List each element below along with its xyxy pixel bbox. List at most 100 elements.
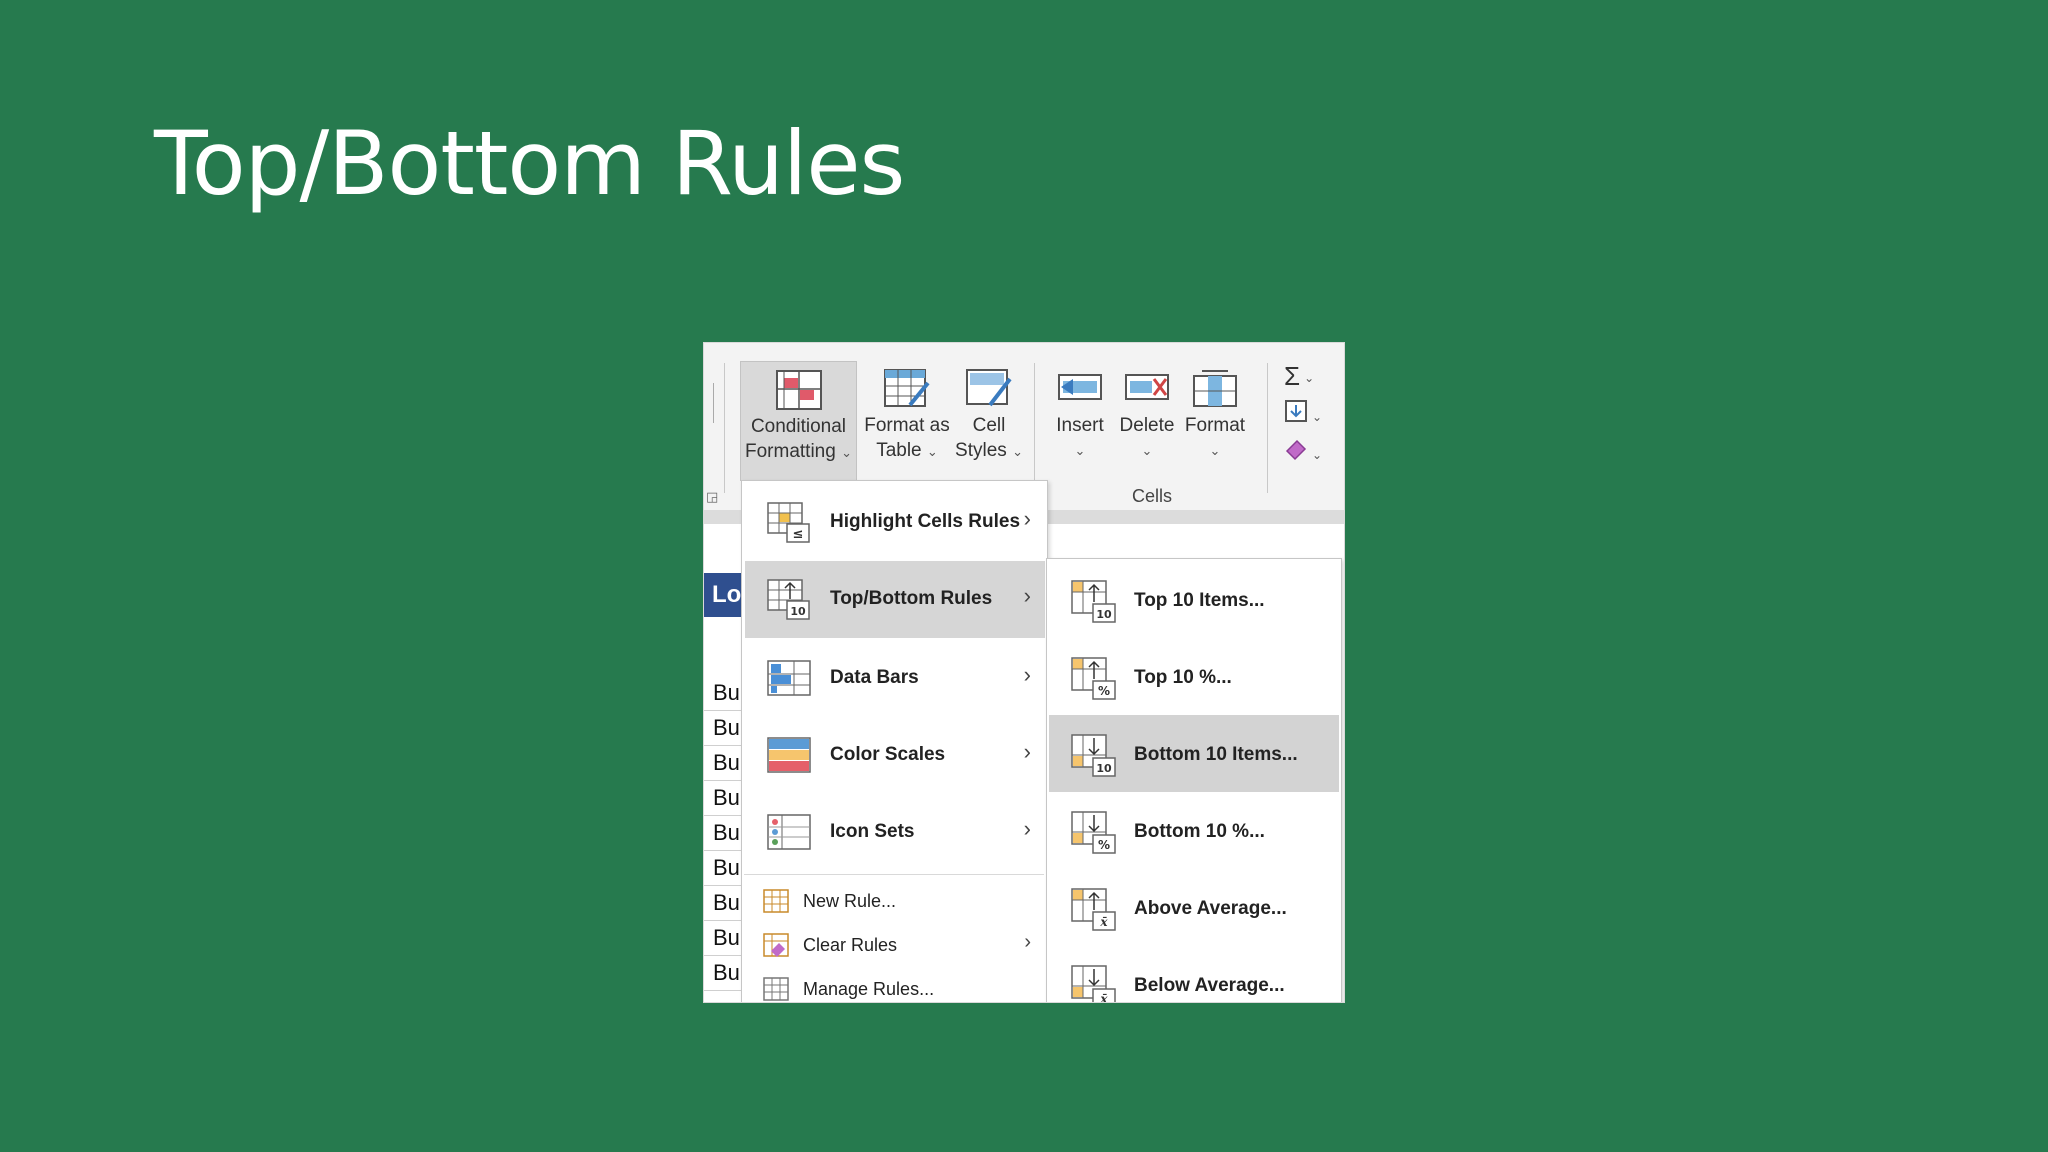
submenu-item-label: Top 10 Items... bbox=[1134, 590, 1265, 611]
chevron-down-icon: ⌄ bbox=[841, 445, 852, 460]
format-as-table-button[interactable]: Format as Table ⌄ bbox=[860, 361, 954, 464]
chevron-right-icon: › bbox=[1023, 816, 1031, 841]
table-cell[interactable]: Bu bbox=[704, 816, 746, 851]
menu-item-label: New Rule... bbox=[803, 891, 897, 911]
svg-text:10: 10 bbox=[790, 605, 806, 618]
top-10-items-icon: 10 bbox=[1071, 580, 1116, 623]
autosum-button[interactable]: Σ ⌄ bbox=[1284, 361, 1314, 392]
menu-item-label: Data Bars bbox=[830, 667, 919, 688]
table-column-header[interactable]: Lo bbox=[704, 573, 746, 617]
top-bottom-submenu: 10 Top 10 Items... % Top 10 %... 10 Bott… bbox=[1046, 558, 1342, 1003]
submenu-item-top-10-items[interactable]: 10 Top 10 Items... bbox=[1049, 561, 1339, 638]
rank-badge: x̄ bbox=[1099, 915, 1108, 929]
conditional-formatting-label-2: Formatting bbox=[745, 441, 836, 462]
clear-button[interactable]: ⌄ bbox=[1284, 437, 1322, 467]
submenu-item-below-average[interactable]: x̄ Below Average... bbox=[1049, 946, 1339, 1003]
menu-item-manage-rules[interactable]: Manage Rules... bbox=[745, 967, 1045, 1002]
highlight-cells-icon: ≤ bbox=[767, 502, 810, 543]
ribbon-edge bbox=[704, 383, 714, 423]
chevron-down-icon: ⌄ bbox=[1312, 410, 1323, 425]
submenu-item-label: Above Average... bbox=[1134, 898, 1287, 919]
table-cell[interactable]: Bu bbox=[704, 676, 746, 711]
menu-item-label: Color Scales bbox=[830, 744, 946, 765]
eraser-icon bbox=[1285, 439, 1307, 461]
chevron-right-icon: › bbox=[1024, 931, 1031, 953]
submenu-item-label: Below Average... bbox=[1134, 975, 1285, 996]
chevron-down-icon: ⌄ bbox=[1012, 444, 1023, 459]
cell-styles-icon bbox=[966, 369, 1012, 407]
rank-badge: x̄ bbox=[1099, 992, 1108, 1003]
table-cell[interactable]: Bu bbox=[704, 711, 746, 746]
format-cells-icon bbox=[1193, 370, 1237, 407]
submenu-item-top-10-percent[interactable]: % Top 10 %... bbox=[1049, 638, 1339, 715]
menu-item-label: Clear Rules bbox=[803, 935, 898, 955]
chevron-down-icon: ⌄ bbox=[926, 444, 938, 459]
data-bars-icon bbox=[767, 660, 811, 696]
ribbon-separator bbox=[1034, 363, 1035, 493]
below-average-icon: x̄ bbox=[1071, 965, 1116, 1003]
menu-item-label: Icon Sets bbox=[830, 821, 915, 842]
chevron-right-icon: › bbox=[1023, 662, 1031, 687]
menu-item-label: Manage Rules... bbox=[803, 979, 935, 999]
menu-item-new-rule[interactable]: New Rule... bbox=[745, 879, 1045, 923]
above-average-icon: x̄ bbox=[1071, 888, 1116, 931]
submenu-item-above-average[interactable]: x̄ Above Average... bbox=[1049, 869, 1339, 946]
fill-button[interactable]: ⌄ bbox=[1284, 399, 1322, 429]
rank-badge: % bbox=[1098, 838, 1110, 852]
table-cell[interactable]: Bu bbox=[704, 746, 746, 781]
table-cell[interactable]: Bu bbox=[704, 956, 746, 991]
table-cell[interactable]: Bu bbox=[704, 921, 746, 956]
excel-screenshot: Conditional Formatting ⌄ Format as Table… bbox=[703, 342, 1345, 1003]
svg-text:≤: ≤ bbox=[793, 527, 804, 542]
delete-cells-icon bbox=[1125, 374, 1169, 400]
menu-item-label: Highlight Cells Rules bbox=[830, 511, 1021, 532]
cells-group-label: Cells bbox=[1132, 486, 1173, 506]
rank-badge: 10 bbox=[1096, 608, 1112, 621]
menu-divider bbox=[744, 874, 1044, 875]
bottom-10-items-icon: 10 bbox=[1071, 734, 1116, 777]
chevron-down-icon: ⌄ bbox=[1209, 443, 1221, 458]
submenu-item-bottom-10-percent[interactable]: % Bottom 10 %... bbox=[1049, 792, 1339, 869]
submenu-item-bottom-10-items[interactable]: 10 Bottom 10 Items... bbox=[1049, 715, 1339, 792]
dialog-launcher-icon[interactable]: ◲ bbox=[706, 489, 718, 505]
cell-styles-button[interactable]: Cell Styles ⌄ bbox=[954, 361, 1024, 464]
menu-item-top-bottom-rules[interactable]: 10 Top/Bottom Rules › bbox=[745, 561, 1045, 638]
submenu-item-label: Bottom 10 %... bbox=[1134, 821, 1265, 842]
format-as-table-icon bbox=[884, 369, 930, 407]
fill-down-icon bbox=[1285, 400, 1307, 422]
chevron-down-icon: ⌄ bbox=[1074, 443, 1086, 458]
clear-rules-icon bbox=[763, 933, 789, 957]
conditional-formatting-icon bbox=[775, 370, 822, 410]
chevron-down-icon: ⌄ bbox=[1141, 443, 1153, 458]
insert-button[interactable]: Insert ⌄ bbox=[1049, 361, 1111, 463]
conditional-formatting-button[interactable]: Conditional Formatting ⌄ bbox=[740, 361, 857, 481]
sigma-icon: Σ bbox=[1284, 361, 1301, 391]
rank-badge: % bbox=[1098, 684, 1110, 698]
menu-item-label: Top/Bottom Rules bbox=[830, 588, 993, 609]
rank-badge: 10 bbox=[1096, 762, 1112, 775]
submenu-item-label: Bottom 10 Items... bbox=[1134, 744, 1298, 765]
delete-button[interactable]: Delete ⌄ bbox=[1116, 361, 1178, 463]
color-scales-icon bbox=[767, 737, 811, 773]
menu-item-clear-rules[interactable]: Clear Rules › bbox=[745, 923, 1045, 967]
menu-item-data-bars[interactable]: Data Bars › bbox=[745, 640, 1045, 717]
top-bottom-icon: 10 bbox=[767, 579, 810, 620]
format-button[interactable]: Format ⌄ bbox=[1182, 361, 1248, 463]
format-label: Format bbox=[1184, 415, 1246, 436]
menu-item-icon-sets[interactable]: Icon Sets › bbox=[745, 794, 1045, 871]
table-cell[interactable]: Bu bbox=[704, 851, 746, 886]
menu-item-highlight-cells-rules[interactable]: ≤ Highlight Cells Rules › bbox=[745, 484, 1045, 561]
chevron-right-icon: › bbox=[1023, 583, 1031, 608]
table-cell[interactable]: Bu bbox=[704, 886, 746, 921]
chevron-right-icon: › bbox=[1023, 739, 1031, 764]
table-cell[interactable]: Bu bbox=[704, 781, 746, 816]
slide-title: Top/Bottom Rules bbox=[154, 112, 905, 215]
menu-item-color-scales[interactable]: Color Scales › bbox=[745, 717, 1045, 794]
chevron-down-icon: ⌄ bbox=[1304, 371, 1315, 386]
format-as-table-label-2: Table bbox=[876, 440, 922, 461]
cell-styles-label-1: Cell bbox=[972, 415, 1006, 436]
manage-rules-icon bbox=[763, 977, 789, 1001]
conditional-formatting-menu: ≤ Highlight Cells Rules › 10 Top/Bottom … bbox=[741, 480, 1048, 1002]
format-as-table-label-1: Format as bbox=[864, 415, 950, 436]
insert-label: Insert bbox=[1056, 415, 1104, 436]
